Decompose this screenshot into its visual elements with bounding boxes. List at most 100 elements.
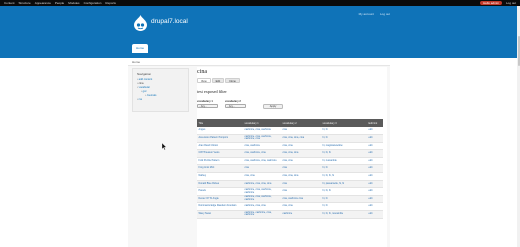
- node-tabs: View Edit Clone: [197, 78, 240, 83]
- vocabulary-3-cell[interactable]: hi, hi: [321, 134, 367, 143]
- vocabulary-3-cell[interactable]: hi, hi, hi: [321, 149, 367, 158]
- vocabulary-2-cell[interactable]: cina: [281, 127, 321, 136]
- vocabulary-1-cell[interactable]: cina, cashmire: [243, 142, 281, 151]
- vocabulary-1-cell[interactable]: cashmire, cina, cashmire: [243, 127, 281, 136]
- scrollbar-thumb[interactable]: [517, 36, 520, 66]
- toolbar-user-area: Hello admin Log out: [480, 0, 516, 6]
- user-account-link[interactable]: Hello admin: [480, 0, 502, 5]
- my-account-link[interactable]: My account: [359, 12, 374, 16]
- title-cell[interactable]: Ascension Pattern Pompom: [197, 134, 243, 143]
- title-cell[interactable]: Nathey: [197, 172, 243, 181]
- admin-menu-modules[interactable]: Modules: [68, 1, 79, 5]
- column-header-title[interactable]: Title: [197, 119, 243, 127]
- edit-link[interactable]: edit: [367, 195, 383, 204]
- tab-view[interactable]: View: [197, 78, 211, 83]
- admin-menu-reports[interactable]: Reports: [105, 1, 116, 5]
- edit-link[interactable]: edit: [367, 210, 383, 219]
- vocabulary-1-cell[interactable]: cashmire, cina, cashmire, cashmire: [243, 187, 281, 196]
- admin-menu-appearance[interactable]: Appearance: [35, 1, 51, 5]
- admin-menu-structure[interactable]: Structure: [19, 1, 31, 5]
- navigation-block: Navigation add content cina vocabular gc…: [132, 68, 189, 112]
- edit-link[interactable]: edit: [367, 134, 383, 143]
- edit-link[interactable]: edit: [367, 149, 383, 158]
- edit-link[interactable]: edit: [367, 142, 383, 151]
- edit-link[interactable]: edit: [367, 187, 383, 196]
- vocabulary-3-cell[interactable]: hi, hi: [321, 164, 367, 174]
- title-cell[interactable]: Dexter Of Tri Angle: [197, 195, 243, 204]
- navigation-block-title: Navigation: [137, 72, 152, 76]
- vocabulary-2-cell[interactable]: cashmire: [281, 210, 321, 219]
- apply-button[interactable]: Apply: [263, 103, 283, 109]
- vocabulary-1-cell[interactable]: cashmire, cina, cina, cina: [243, 180, 281, 189]
- title-cell[interactable]: Panels: [197, 187, 243, 196]
- table-row: Aran Rand Clinton cina, cashmire cina, cin…: [197, 142, 383, 151]
- edit-link[interactable]: edit: [367, 172, 383, 181]
- table-body: Angus cashmire, cina, cashmire cina hi, hi e…: [197, 127, 383, 219]
- vocabulary-3-cell[interactable]: hi, passamelle, hi, hi: [321, 180, 367, 189]
- vocabulary-1-select[interactable]: - Any -: [197, 103, 218, 108]
- edit-link[interactable]: edit: [367, 127, 383, 136]
- vocabulary-3-cell[interactable]: hi, magicianwellow: [321, 142, 367, 151]
- vocabulary-3-cell[interactable]: hi, hi: [321, 202, 367, 212]
- edit-link[interactable]: edit: [367, 202, 383, 212]
- main-menu-home-tab[interactable]: Home: [132, 44, 148, 53]
- vocabulary-3-cell[interactable]: hi, hi, hi: [321, 187, 367, 196]
- title-cell[interactable]: Aran Rand Clinton: [197, 142, 243, 151]
- vocabulary-1-cell[interactable]: cina, cashmire, cina, cashmire: [243, 157, 281, 166]
- title-cell[interactable]: Angus: [197, 127, 243, 136]
- vocabulary-2-cell[interactable]: cina, cina, cina: [281, 149, 321, 158]
- table-row: Wavy Swan cashmire, cashmire, cina, cashm…: [197, 210, 383, 219]
- vocabulary-3-cell[interactable]: hi, hi: [321, 195, 367, 204]
- admin-menu-content[interactable]: Content: [4, 1, 15, 5]
- title-cell[interactable]: Donald Blue Robes: [197, 180, 243, 189]
- table-row: Dominants Edge Raudson Fountain cashmire,…: [197, 202, 383, 212]
- column-header-vocabulary-1[interactable]: vocabulary 1: [243, 119, 281, 127]
- title-cell[interactable]: Fold Puzzle Pattern: [197, 157, 243, 166]
- column-header-vocabulary-3[interactable]: vocabulary 3: [321, 119, 367, 127]
- vocabulary-3-cell[interactable]: hi, ruscamble: [321, 157, 367, 166]
- vocabulary-1-cell[interactable]: cina: [243, 164, 281, 174]
- vocabulary-1-cell[interactable]: cina, cashmire, cina: [243, 149, 281, 158]
- vocabulary-3-cell[interactable]: hi, hi, hi, hi: [321, 172, 367, 181]
- drupal-drop-logo-icon[interactable]: [134, 15, 147, 31]
- logout-link[interactable]: Log out: [380, 12, 390, 16]
- breadcrumb[interactable]: Home: [132, 60, 140, 64]
- vocabulary-2-cell[interactable]: cina, cashmire cina: [281, 195, 321, 204]
- admin-menu-configuration[interactable]: Configuration: [84, 1, 102, 5]
- tab-clone[interactable]: Clone: [225, 78, 240, 83]
- column-header-edit-link: Edit link: [367, 119, 383, 127]
- vocabulary-2-select[interactable]: - Any -: [225, 103, 246, 108]
- title-cell[interactable]: Frog Ionic Mint: [197, 164, 243, 174]
- title-cell[interactable]: Wavy Swan: [197, 210, 243, 219]
- vocabulary-2-cell[interactable]: cina: [281, 180, 321, 189]
- toolbar-logout-link[interactable]: Log out: [506, 1, 516, 6]
- vocabulary-2-cell[interactable]: cina, cina: [281, 202, 321, 212]
- secondary-menu: My account Log out: [359, 12, 390, 16]
- tab-edit[interactable]: Edit: [211, 78, 225, 83]
- vocabulary-1-cell[interactable]: cashmire, cashmire, cina, cashmire: [243, 210, 281, 219]
- edit-link[interactable]: edit: [367, 164, 383, 174]
- nav-item-rss[interactable]: rss: [137, 98, 156, 102]
- vocabulary-1-cell[interactable]: cashmire, cina, cashmire, cashmire: [243, 195, 281, 204]
- admin-menu-people[interactable]: People: [55, 1, 64, 5]
- vocabulary-2-cell[interactable]: cina, cina, cina: [281, 172, 321, 181]
- vocabulary-2-cell[interactable]: cina: [281, 164, 321, 174]
- title-cell[interactable]: Dominants Edge Raudson Fountain: [197, 202, 243, 212]
- column-header-vocabulary-2[interactable]: vocabulary 2: [281, 119, 321, 127]
- vocabulary-1-cell[interactable]: cashmire, cina, cashmire, cashmire, cina: [243, 134, 281, 143]
- exposed-filters: vocabulary 1 - Any - vocabulary 2 - Any …: [197, 100, 387, 112]
- vocabulary-2-cell[interactable]: cina, cina: [281, 142, 321, 151]
- table-row: Fold Puzzle Pattern cina, cashmire, cina,…: [197, 157, 383, 166]
- vocabulary-3-cell[interactable]: hi, hi, hi, ruscamble: [321, 210, 367, 219]
- site-name[interactable]: drupal7.local: [151, 18, 188, 25]
- edit-link[interactable]: edit: [367, 180, 383, 189]
- edit-link[interactable]: edit: [367, 157, 383, 166]
- site-header: My account Log out drupal7.local Home: [0, 6, 520, 58]
- vocabulary-2-cell[interactable]: cina: [281, 187, 321, 196]
- title-cell[interactable]: Cliff Thiesson Vests: [197, 149, 243, 158]
- vocabulary-3-cell[interactable]: hi, hi: [321, 127, 367, 136]
- vocabulary-2-cell[interactable]: cina, cina: [281, 157, 321, 166]
- vocabulary-1-cell[interactable]: cina, cina: [243, 172, 281, 181]
- vocabulary-2-cell[interactable]: cina, cina, cina, cina: [281, 134, 321, 143]
- vocabulary-1-cell[interactable]: cashmire, cina, cina: [243, 202, 281, 212]
